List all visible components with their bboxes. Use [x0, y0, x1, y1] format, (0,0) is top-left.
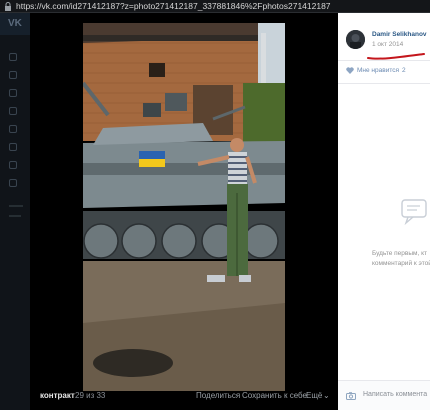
menu-icon-groups	[9, 125, 17, 133]
separator: ·	[300, 391, 303, 400]
menu-icon-music	[9, 161, 17, 169]
comment-input[interactable]: Написать коммента	[363, 391, 427, 398]
comment-bubble-icon	[401, 199, 427, 226]
more-button[interactable]: Ещё	[306, 391, 322, 400]
vk-logo-icon: VK	[8, 18, 22, 29]
like-button[interactable]: Мне нравится 2	[346, 67, 406, 74]
tank-photo-illustration	[83, 23, 285, 391]
like-label: Мне нравится	[357, 67, 400, 74]
comment-composer: Написать коммента	[338, 380, 430, 410]
heart-icon	[346, 67, 354, 74]
menu-icon-news	[9, 71, 17, 79]
empty-comments-line: Будьте первым, кт	[372, 250, 428, 257]
album-title-link[interactable]: контракт	[40, 391, 75, 400]
avatar-image	[346, 30, 365, 49]
separator: ·	[235, 391, 238, 400]
divider	[338, 60, 430, 61]
author-name-link[interactable]: Damir Selikhanov	[372, 31, 427, 38]
menu-icon-profile	[9, 53, 17, 61]
chevron-down-icon[interactable]: ⌄	[323, 391, 330, 400]
empty-comments-line: комментарий к этой	[372, 260, 430, 267]
divider	[338, 83, 430, 84]
like-count: 2	[402, 67, 406, 74]
menu-icon-photos	[9, 143, 17, 151]
browser-address-bar[interactable]: https://vk.com/id271412187?z=photo271412…	[0, 0, 430, 13]
photo-info-panel: Damir Selikhanov 1 окт 2014 Мне нравится…	[338, 13, 430, 410]
lock-icon	[5, 1, 11, 11]
url-text[interactable]: https://vk.com/id271412187?z=photo271412…	[16, 1, 331, 11]
empty-comments-text: Будьте первым, кт комментарий к этой	[372, 249, 430, 269]
photo[interactable]	[83, 23, 285, 391]
camera-icon[interactable]	[346, 392, 356, 400]
avatar[interactable]	[346, 30, 365, 49]
viewer-bottom-bar: контракт 29 из 33 Поделиться · Сохранить…	[30, 383, 338, 410]
menu-placeholder-line	[9, 205, 23, 207]
save-to-self-button[interactable]: Сохранить к себе	[242, 391, 307, 400]
menu-icon-videos	[9, 179, 17, 187]
photo-date: 1 окт 2014	[372, 41, 404, 48]
photo-counter: 29 из 33	[75, 391, 106, 400]
menu-icon-messages	[9, 89, 17, 97]
menu-icon-friends	[9, 107, 17, 115]
menu-placeholder-line	[9, 215, 21, 217]
share-button[interactable]: Поделиться	[196, 391, 240, 400]
